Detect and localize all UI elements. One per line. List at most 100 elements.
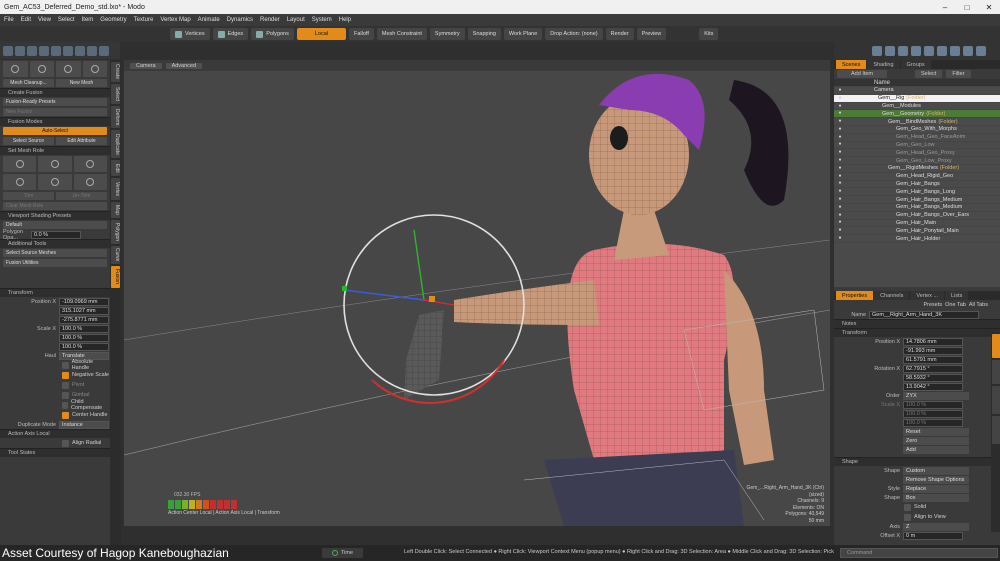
tab-vertex[interactable]: Vertex ... <box>910 291 945 300</box>
menu-texture[interactable]: Texture <box>134 17 154 23</box>
eye-icon[interactable]: ● <box>834 188 846 195</box>
create-fusion-section[interactable]: Create Fusion <box>0 88 110 97</box>
menu-file[interactable]: File <box>4 17 14 23</box>
select-button[interactable]: Select <box>915 70 943 78</box>
clear-mesh-role-button[interactable]: Clear Mesh Role <box>3 202 107 210</box>
position-x-field[interactable]: 14.7806 mm <box>903 337 963 346</box>
tool-icon[interactable] <box>99 45 109 56</box>
eye-icon[interactable]: ● <box>834 219 846 226</box>
tree-row[interactable]: ● Gem__BindMeshes (Folder) <box>834 118 1000 126</box>
position-x-field[interactable]: -109.0969 mm <box>59 297 109 306</box>
tree-row[interactable]: ● Gem_Head_Geo_Proxy <box>834 149 1000 158</box>
edit-attribute-button[interactable]: Edit Attribute <box>56 137 107 145</box>
mesh-cleanup-button[interactable]: Mesh Cleanup... <box>3 79 54 87</box>
fusion-utilities-button[interactable]: Fusion Utilities <box>3 259 107 267</box>
tab-groups[interactable]: Groups <box>900 60 931 69</box>
tree-row[interactable]: ● Gem_Geo_Low_Proxy <box>834 157 1000 165</box>
tool-icon[interactable] <box>15 45 25 56</box>
time-button[interactable]: Time <box>322 548 364 558</box>
tree-row[interactable]: ● Gem_Hair_Ponytail_Main <box>834 227 1000 236</box>
pivot-checkbox[interactable]: Pivot <box>0 380 110 390</box>
select-source-meshes-button[interactable]: Select Source Meshes <box>3 249 107 257</box>
auto-select-button[interactable]: Auto-Select <box>3 127 107 135</box>
align-radial-checkbox[interactable]: Align Radial <box>0 438 110 448</box>
fusion-tool-button[interactable] <box>3 61 28 77</box>
menu-geometry[interactable]: Geometry <box>100 17 126 23</box>
viewport-shading-section[interactable]: Viewport Shading Presets <box>0 211 110 220</box>
position-y-field[interactable]: -91.993 mm <box>903 346 963 355</box>
reset-dropdown[interactable]: Reset <box>903 427 969 436</box>
gizmo-blue-axis[interactable] <box>343 289 425 301</box>
eye-icon[interactable]: ● <box>834 149 846 156</box>
tab-fusion[interactable]: Fusion <box>111 266 120 288</box>
all-tabs-button[interactable]: All Tabs <box>969 302 988 308</box>
tree-row[interactable]: ● Gem__Modules <box>834 103 1000 111</box>
mesh-role-button[interactable] <box>3 174 37 190</box>
rotation-y-field[interactable]: 58.5932 ° <box>903 373 963 382</box>
fusion-tool-button[interactable] <box>82 61 107 77</box>
gizmo-green-axis[interactable] <box>413 229 425 301</box>
polygon-opacity-field[interactable]: 0.0 % <box>31 230 81 239</box>
menu-view[interactable]: View <box>38 17 51 23</box>
axis-dropdown[interactable]: Z <box>903 522 969 531</box>
eye-icon[interactable]: ● <box>834 118 846 125</box>
3d-viewport[interactable]: Camera Advanced 032.30 FPS Action Center… <box>124 60 830 526</box>
tree-row[interactable]: ● Gem_Hair_Bangs_Medium <box>834 196 1000 204</box>
set-mesh-role-section[interactable]: Set Mesh Role <box>0 146 110 155</box>
falloff-button[interactable]: Falloff <box>348 28 374 40</box>
duplicate-mode-dropdown[interactable]: Instance <box>59 420 109 429</box>
negative-scale-checkbox[interactable]: Negative Scale <box>0 370 110 380</box>
eye-icon[interactable]: ● <box>834 227 846 234</box>
notes-section[interactable]: Notes <box>834 319 1000 328</box>
fusion-tool-button[interactable] <box>29 61 54 77</box>
transform-section[interactable]: Transform <box>834 328 1000 337</box>
presets-label[interactable]: Presets <box>923 302 942 308</box>
tree-row[interactable]: ● Gem_Geo_With_Morphs <box>834 126 1000 134</box>
scale-z-field[interactable]: 100.0 % <box>903 418 963 427</box>
position-z-field[interactable]: 61.5791 mm <box>903 355 963 364</box>
polygons-mode-button[interactable]: Polygons <box>251 28 294 40</box>
one-tab-button[interactable]: One Tab <box>945 302 966 308</box>
shape-section[interactable]: Shape <box>834 457 1000 466</box>
menu-select[interactable]: Select <box>58 17 75 23</box>
tab-properties[interactable]: Properties <box>836 291 874 300</box>
eye-icon[interactable]: ● <box>834 110 846 117</box>
rotation-z-field[interactable]: 13.9042 ° <box>903 382 963 391</box>
tree-row[interactable]: ● Gem_Hair_Holder <box>834 235 1000 243</box>
center-handle-checkbox[interactable]: Center Handle <box>0 410 110 420</box>
item-icon[interactable] <box>963 46 973 56</box>
item-icon[interactable] <box>937 46 947 56</box>
tool-icon[interactable] <box>87 45 97 56</box>
mesh-role-button[interactable] <box>38 156 72 172</box>
mesh-role-button[interactable] <box>38 174 72 190</box>
work-plane-button[interactable]: Work Plane <box>503 28 543 40</box>
rotation-x-field[interactable]: 62.7915 ° <box>903 364 963 373</box>
item-icon[interactable] <box>950 46 960 56</box>
transform-section[interactable]: Transform <box>0 288 110 297</box>
style-dropdown[interactable]: Replace <box>903 484 969 493</box>
tab-scenes[interactable]: Scenes <box>836 60 867 69</box>
side-tab[interactable] <box>992 386 1000 414</box>
solid-checkbox[interactable]: Solid <box>834 502 1000 512</box>
eye-icon[interactable]: ● <box>834 103 846 110</box>
align-to-view-checkbox[interactable]: Align to View <box>834 512 1000 522</box>
menu-layout[interactable]: Layout <box>287 17 305 23</box>
filter-button[interactable]: Filter <box>946 70 971 78</box>
tree-row[interactable]: ● Gem__RigidMeshes (Folder) <box>834 165 1000 173</box>
un-trim-button[interactable]: Un-Trim <box>56 192 107 200</box>
tree-row[interactable]: ● Gem_Hair_Bangs_Long <box>834 188 1000 197</box>
tab-edit[interactable]: Edit <box>111 160 120 176</box>
tool-icon[interactable] <box>75 45 85 56</box>
tool-states-section[interactable]: Tool States <box>0 448 110 457</box>
add-dropdown[interactable]: Add <box>903 445 969 454</box>
zero-dropdown[interactable]: Zero <box>903 436 969 445</box>
gizmo-handle[interactable] <box>429 296 435 302</box>
command-input[interactable]: Command <box>840 548 998 558</box>
tab-select[interactable]: Select <box>111 84 120 104</box>
tab-map[interactable]: Map <box>111 202 120 218</box>
eye-icon[interactable]: ● <box>834 134 846 141</box>
tree-row[interactable]: ● Gem_Head_Geo_FaceAnim <box>834 134 1000 142</box>
tool-icon[interactable] <box>51 45 61 56</box>
eye-icon[interactable]: ● <box>834 180 846 187</box>
tree-row[interactable]: ● Gem__Rig (Folder) <box>834 95 1000 103</box>
